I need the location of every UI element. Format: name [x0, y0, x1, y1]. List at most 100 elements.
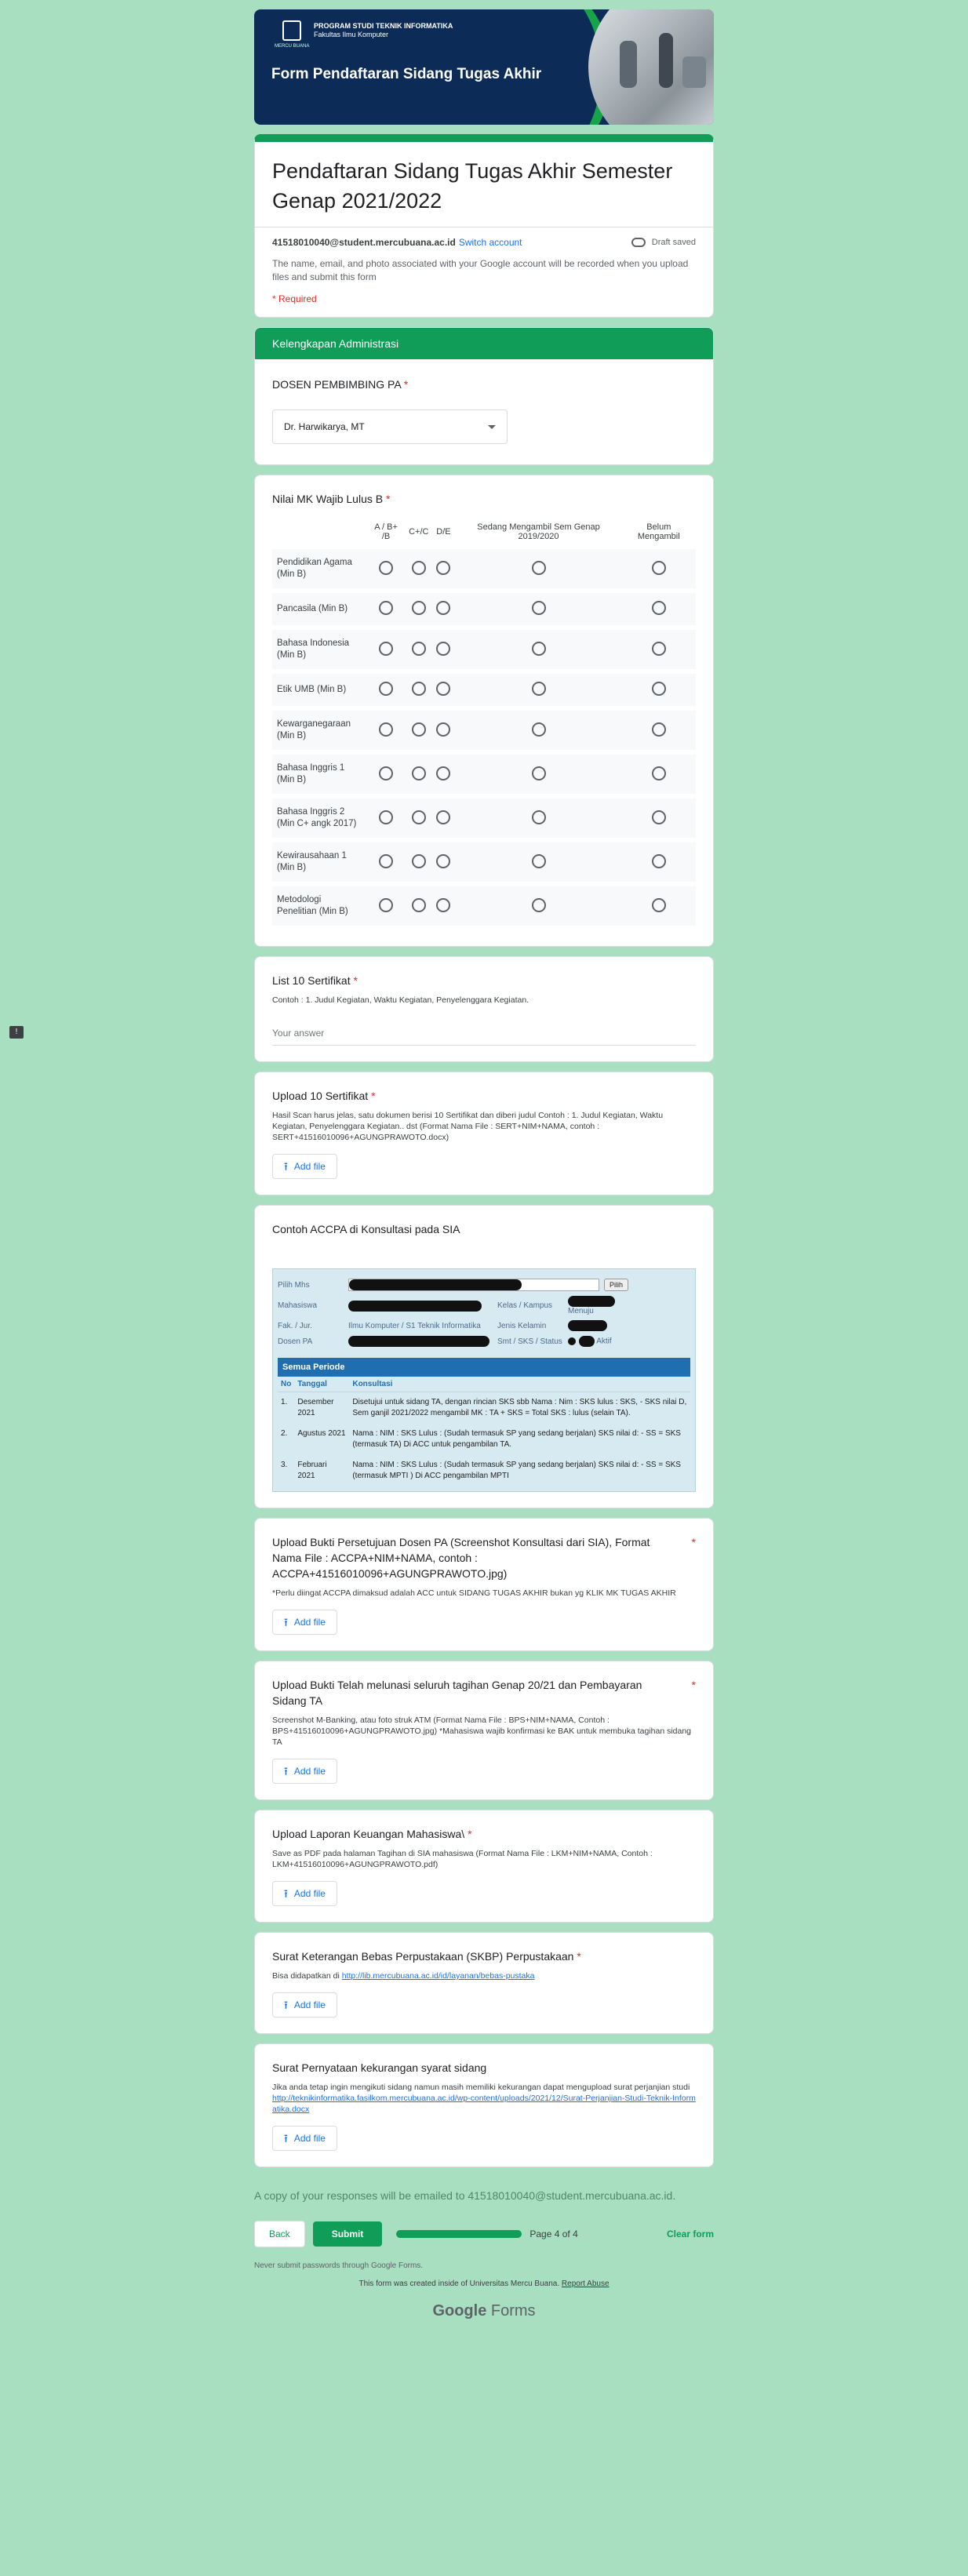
- grid-column-header: C+/C: [409, 527, 429, 537]
- radio-button[interactable]: [531, 722, 546, 737]
- add-file-button[interactable]: ⭱ Add file: [272, 1992, 337, 2018]
- radio-button[interactable]: [531, 897, 546, 912]
- radio-button[interactable]: [411, 853, 426, 868]
- radio-button[interactable]: [379, 897, 394, 912]
- radio-button[interactable]: [411, 766, 426, 780]
- radio-button[interactable]: [651, 641, 666, 656]
- question-title: Surat Pernyataan kekurangan syarat sidan…: [272, 2061, 487, 2074]
- radio-button[interactable]: [411, 897, 426, 912]
- form-container: MERCU BUANA PROGRAM STUDI TEKNIK INFORMA…: [254, 0, 714, 2352]
- question-hint: Hasil Scan harus jelas, satu dokumen ber…: [272, 1111, 664, 1142]
- radio-button[interactable]: [411, 641, 426, 656]
- radio-button[interactable]: [411, 560, 426, 575]
- radio-button[interactable]: [651, 853, 666, 868]
- answer-input[interactable]: Your answer: [272, 1028, 696, 1046]
- radio-button[interactable]: [379, 722, 394, 737]
- radio-button[interactable]: [436, 853, 451, 868]
- radio-button[interactable]: [651, 560, 666, 575]
- section-header: Kelengkapan Administrasi: [255, 328, 713, 359]
- add-file-button[interactable]: ⭱ Add file: [272, 1881, 337, 1906]
- konsultasi-text: Disetujui untuk sidang TA, dengan rincia…: [352, 1398, 687, 1417]
- clear-form-button[interactable]: Clear form: [667, 2229, 714, 2239]
- radio-button[interactable]: [379, 641, 394, 656]
- radio-button[interactable]: [651, 722, 666, 737]
- add-file-button[interactable]: ⭱ Add file: [272, 1759, 337, 1784]
- radio-button[interactable]: [531, 766, 546, 780]
- konsultasi-row: 2. Agustus 2021 Nama : NIM : SKS Lulus : (…: [278, 1424, 690, 1455]
- radio-button[interactable]: [379, 853, 394, 868]
- account-row: 41518010040@student.mercubuana.ac.id Swi…: [272, 237, 696, 248]
- upload-icon: ⭱: [284, 1616, 288, 1628]
- radio-button[interactable]: [651, 810, 666, 824]
- radio-button[interactable]: [436, 722, 451, 737]
- radio-button[interactable]: [531, 853, 546, 868]
- nav-bar: Back Submit Page 4 of 4 Clear form: [254, 2221, 714, 2247]
- switch-account-link[interactable]: Switch account: [459, 237, 522, 248]
- add-file-button[interactable]: ⭱ Add file: [272, 2126, 337, 2151]
- radio-button[interactable]: [379, 682, 394, 696]
- radio-button[interactable]: [436, 766, 451, 780]
- report-issue-icon[interactable]: !: [9, 1026, 24, 1039]
- back-button[interactable]: Back: [254, 2221, 305, 2247]
- radio-button[interactable]: [531, 682, 546, 696]
- radio-button[interactable]: [651, 601, 666, 615]
- radio-button[interactable]: [436, 810, 451, 824]
- grid-row: Pendidikan Agama (Min B): [272, 549, 696, 588]
- dosen-select[interactable]: Dr. Harwikarya, MT: [272, 409, 508, 444]
- radio-button[interactable]: [651, 766, 666, 780]
- grid-row-label: Etik UMB (Min B): [272, 674, 366, 706]
- question-title: DOSEN PEMBIMBING PA *: [272, 378, 409, 391]
- radio-button[interactable]: [411, 682, 426, 696]
- add-file-button[interactable]: ⭱ Add file: [272, 1610, 337, 1635]
- radio-button[interactable]: [436, 682, 451, 696]
- radio-button[interactable]: [436, 601, 451, 615]
- radio-button[interactable]: [531, 601, 546, 615]
- university-logo-icon: [282, 20, 301, 41]
- skbp-card: Surat Keterangan Bebas Perpustakaan (SKB…: [254, 1932, 714, 2034]
- radio-button[interactable]: [651, 682, 666, 696]
- question-hint: Screenshot M-Banking, atau foto struk AT…: [272, 1716, 692, 1747]
- radio-button[interactable]: [379, 766, 394, 780]
- radio-button[interactable]: [379, 810, 394, 824]
- konsultasi-row: 3. Februari 2021 Nama : NIM : SKS Lulus : …: [278, 1455, 690, 1486]
- konsultasi-no: 3.: [281, 1461, 288, 1469]
- question-title: List 10 Sertifikat *: [272, 974, 358, 987]
- radio-button[interactable]: [379, 601, 394, 615]
- upload-icon: ⭱: [284, 1999, 288, 2011]
- page-indicator: Page 4 of 4: [529, 2229, 578, 2239]
- radio-button[interactable]: [531, 641, 546, 656]
- radio-button[interactable]: [379, 560, 394, 575]
- radio-button[interactable]: [531, 560, 546, 575]
- radio-button[interactable]: [411, 601, 426, 615]
- google-forms-logo: Google Forms: [432, 2302, 536, 2319]
- cloud-icon: [631, 238, 646, 247]
- report-abuse-link[interactable]: Report Abuse: [562, 2279, 610, 2288]
- perjanjian-link[interactable]: http://teknikinformatika.fasilkom.mercub…: [272, 2094, 696, 2114]
- radio-button[interactable]: [436, 641, 451, 656]
- submit-button[interactable]: Submit: [312, 2221, 383, 2247]
- section-card: Kelengkapan Administrasi DOSEN PEMBIMBIN…: [254, 327, 714, 465]
- question-hint: Bisa didapatkan di http://lib.mercubuana…: [272, 1971, 535, 1981]
- radio-button[interactable]: [436, 560, 451, 575]
- konsultasi-tanggal: Desember 2021: [297, 1398, 334, 1417]
- program-label: PROGRAM STUDI TEKNIK INFORMATIKA Fakulta…: [314, 22, 453, 38]
- question-title: Upload Bukti Telah melunasi seluruh tagi…: [272, 1679, 696, 1707]
- radio-button[interactable]: [411, 810, 426, 824]
- upload-icon: ⭱: [284, 2132, 288, 2145]
- question-title: Nilai MK Wajib Lulus B *: [272, 493, 391, 505]
- konsultasi-text: Nama : NIM : SKS Lulus : (Sudah termasuk…: [349, 1424, 690, 1455]
- radio-button[interactable]: [436, 897, 451, 912]
- skbp-link[interactable]: http://lib.mercubuana.ac.id/id/layanan/b…: [342, 1971, 535, 1981]
- add-file-button[interactable]: ⭱ Add file: [272, 1154, 337, 1179]
- konsultasi-row: 1. Desember 2021 Disetujui untuk sidang TA…: [278, 1392, 690, 1424]
- grid-row: Kewarganegaraan (Min B): [272, 711, 696, 750]
- grid-corner: [272, 519, 366, 544]
- radio-button[interactable]: [411, 722, 426, 737]
- upload-icon: ⭱: [284, 1160, 288, 1173]
- question-title: Upload Bukti Persetujuan Dosen PA (Scree…: [272, 1536, 696, 1580]
- nilai-grid-card: Nilai MK Wajib Lulus B * A / B+ /B C+/C D/…: [254, 475, 714, 947]
- dosen-selected-value: Dr. Harwikarya, MT: [284, 421, 365, 432]
- radio-button[interactable]: [651, 897, 666, 912]
- grid-row-label: Bahasa Inggris 1 (Min B): [272, 755, 366, 794]
- radio-button[interactable]: [531, 810, 546, 824]
